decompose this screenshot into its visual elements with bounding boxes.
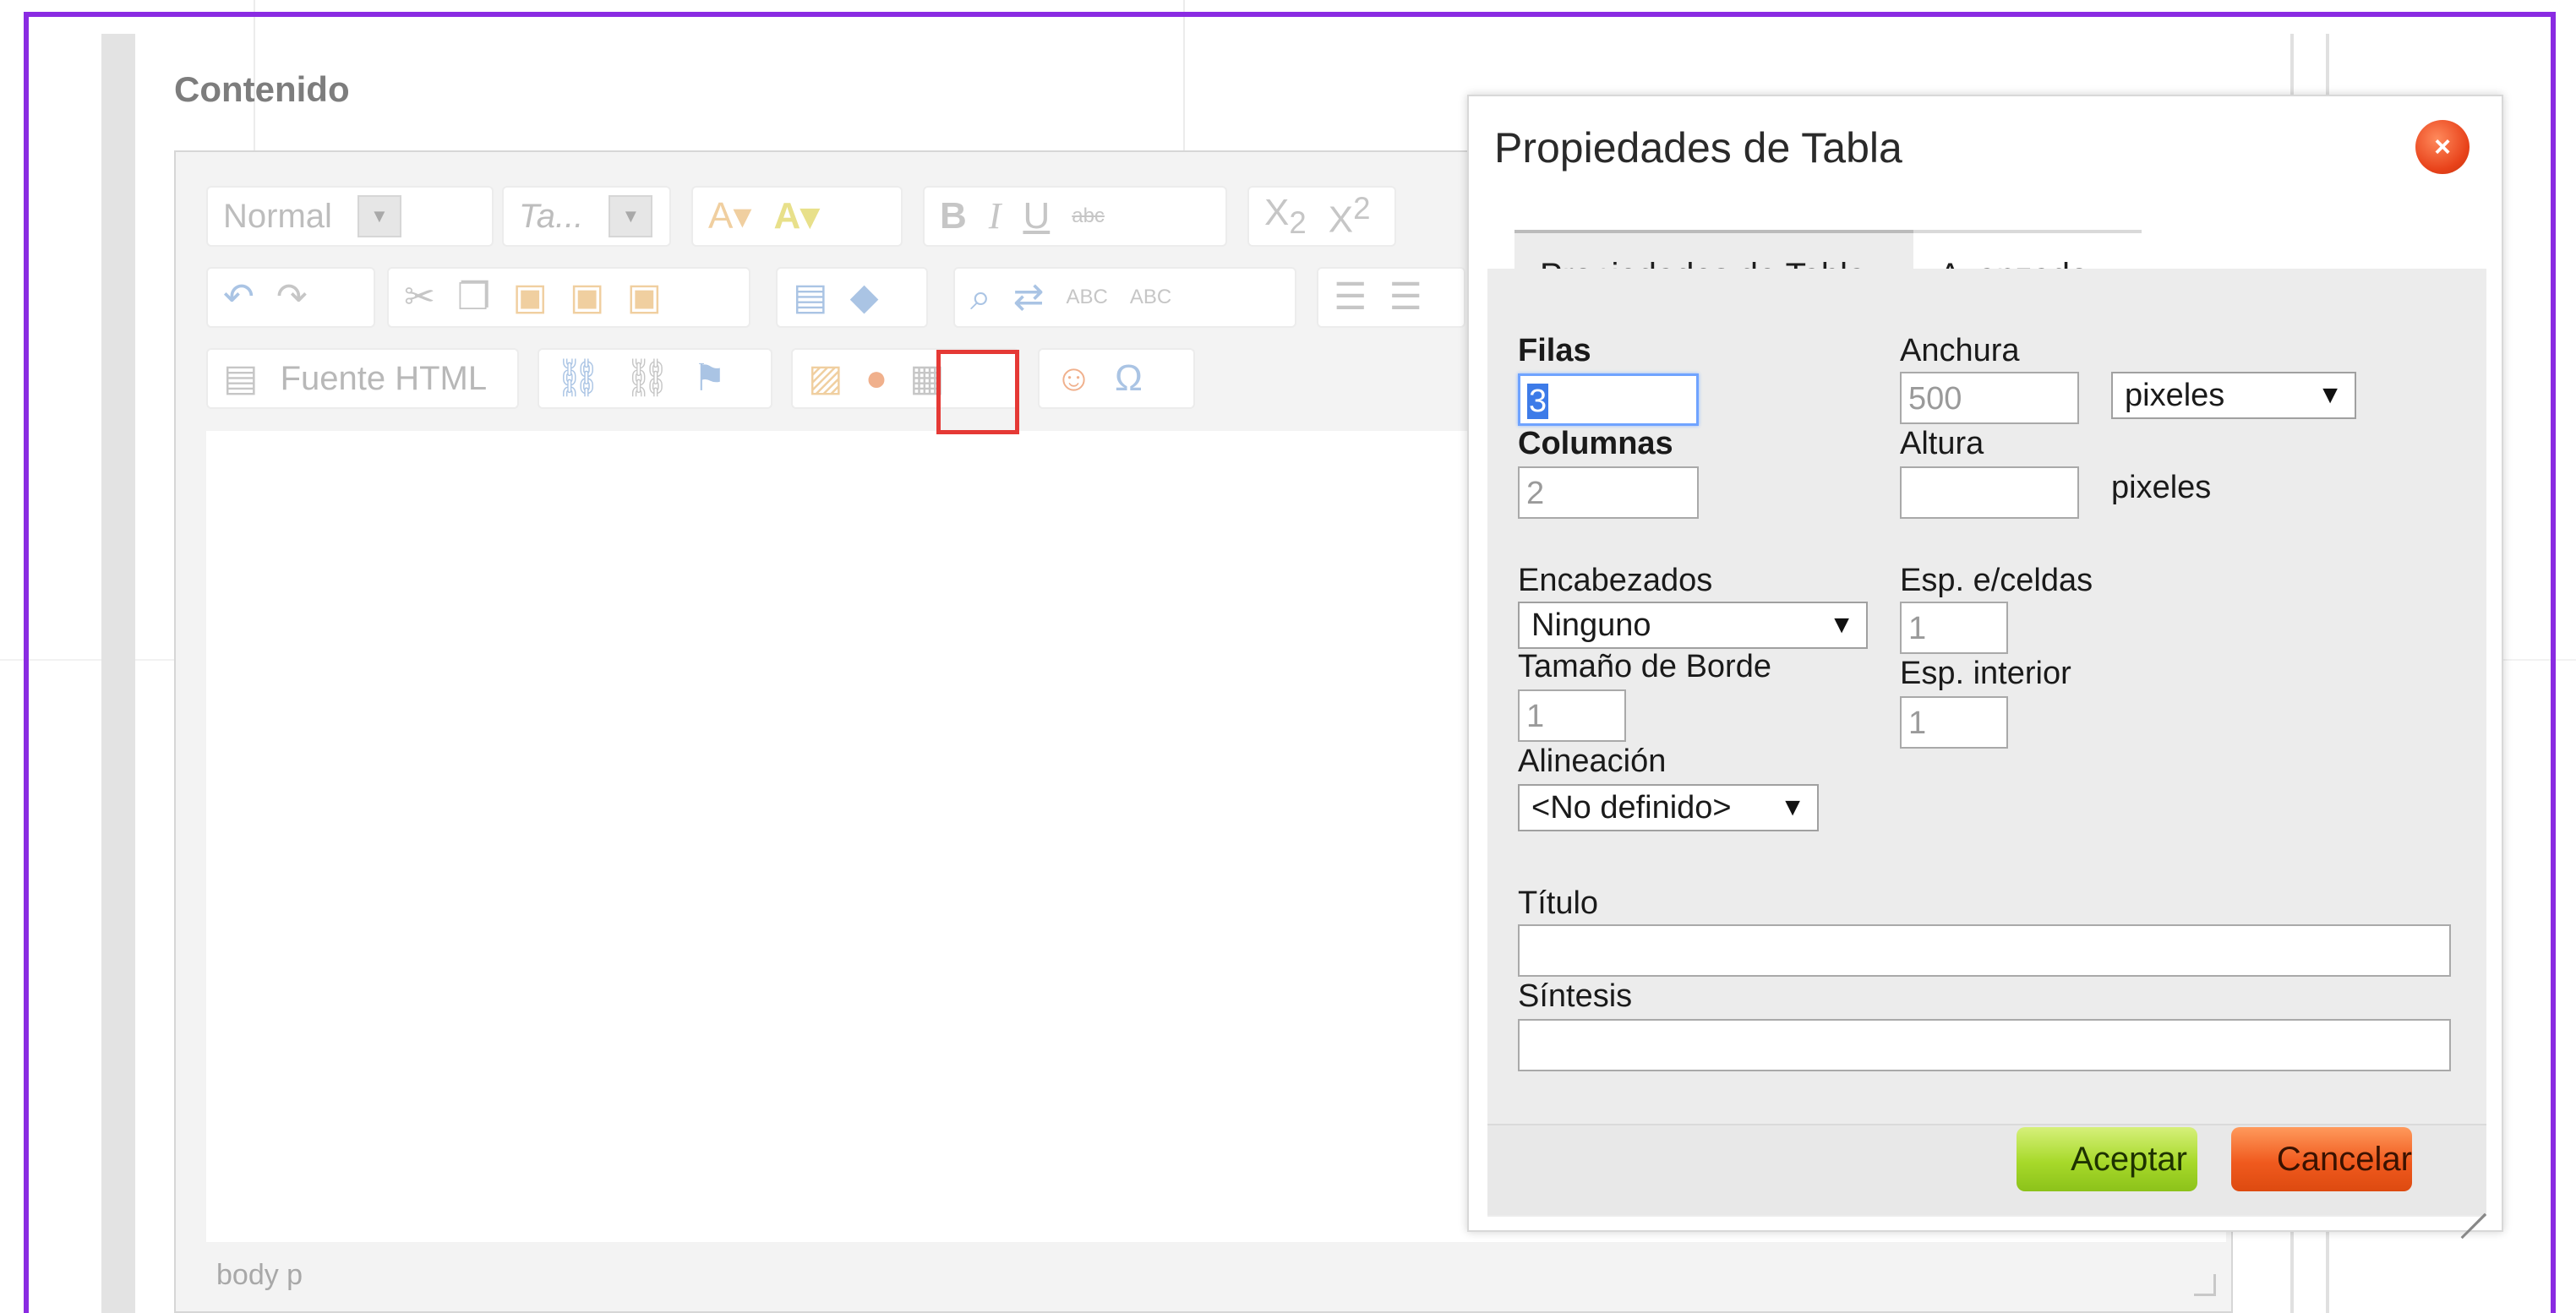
caption-label: Título	[1518, 885, 1599, 921]
replace-icon[interactable]: ⇄	[1013, 279, 1045, 316]
rows-value: 3	[1527, 384, 1549, 419]
undo-icon[interactable]: ↶	[223, 279, 254, 316]
paste-text-icon[interactable]: ▣	[570, 279, 605, 316]
headers-value: Ninguno	[1531, 607, 1651, 643]
color-buttons: A▾ A▾	[691, 186, 903, 247]
border-size-input[interactable]: 1	[1518, 689, 1626, 742]
basic-style-buttons: B I U abc	[923, 186, 1227, 247]
format-combo-value: Normal	[223, 197, 332, 235]
width-unit-value: pixeles	[2125, 378, 2225, 413]
bold-button[interactable]: B	[940, 198, 967, 235]
height-input[interactable]	[1900, 466, 2079, 519]
underline-button[interactable]: U	[1023, 198, 1050, 235]
bulleted-list-icon[interactable]: ☰	[1389, 279, 1422, 316]
strike-button[interactable]: abc	[1072, 206, 1105, 226]
template-icon[interactable]: ▤	[793, 279, 828, 316]
summary-input[interactable]	[1518, 1019, 2451, 1071]
eraser-icon[interactable]: ◆	[850, 279, 879, 316]
copy-icon[interactable]: ❐	[457, 279, 490, 316]
width-unit-select[interactable]: pixeles ▼	[2111, 372, 2356, 419]
extra-buttons: ☺ Ω	[1038, 348, 1195, 409]
cellpadding-label: Esp. interior	[1900, 656, 2071, 691]
width-input[interactable]: 500	[1900, 372, 2079, 424]
chevron-down-icon[interactable]: ▼	[357, 195, 401, 237]
close-icon[interactable]: ×	[2415, 120, 2470, 174]
editor-resize-handle[interactable]	[2194, 1274, 2216, 1296]
headers-label: Encabezados	[1518, 563, 1713, 598]
cellpadding-input[interactable]: 1	[1900, 696, 2008, 749]
cellspacing-label: Esp. e/celdas	[1900, 563, 2093, 598]
rows-input[interactable]: 3	[1518, 373, 1699, 426]
alignment-select[interactable]: <No definido> ▼	[1518, 784, 1819, 831]
subscript-mark: 2	[1289, 204, 1307, 240]
accept-button[interactable]: Aceptar	[2017, 1127, 2197, 1191]
spellcheck-menu-icon[interactable]: ABC	[1130, 287, 1171, 308]
cut-icon[interactable]: ✂	[404, 279, 435, 316]
paste-icon[interactable]: ▣	[512, 279, 548, 316]
left-gutter	[101, 34, 135, 1313]
chevron-down-icon[interactable]: ▼	[609, 195, 653, 237]
dialog-resize-handle[interactable]	[2448, 1176, 2486, 1239]
width-label: Anchura	[1900, 333, 2020, 368]
find-icon[interactable]: ⌕	[970, 279, 991, 316]
section-title: Contenido	[174, 69, 350, 109]
element-path: body p	[216, 1259, 303, 1291]
superscript-letter: X	[1328, 199, 1354, 241]
table-button-highlight	[936, 350, 1019, 434]
document-buttons: ▤ ◆	[776, 267, 928, 328]
link-icon[interactable]: ⛓	[554, 360, 602, 397]
italic-button[interactable]: I	[989, 198, 1001, 235]
columns-input[interactable]: 2	[1518, 466, 1699, 519]
spellcheck-icon[interactable]: ABC	[1067, 287, 1108, 308]
document-icon: ▤	[223, 357, 259, 399]
caption-input[interactable]	[1518, 924, 2451, 977]
height-label: Altura	[1900, 426, 1984, 461]
size-combo-value: Ta...	[519, 197, 584, 235]
size-combo[interactable]: Ta... ▼	[502, 186, 671, 247]
rows-label: Filas	[1518, 333, 1591, 368]
paste-word-icon[interactable]: ▣	[626, 279, 662, 316]
redo-icon[interactable]: ↷	[276, 279, 308, 316]
link-buttons: ⛓ ⛓ ⚑	[538, 348, 772, 409]
alignment-value: <No definido>	[1531, 790, 1732, 825]
cancel-button[interactable]: Cancelar	[2231, 1127, 2412, 1191]
superscript-mark: 2	[1353, 191, 1371, 226]
image-icon[interactable]: ▨	[808, 360, 843, 397]
clipboard-buttons: ✂ ❐ ▣ ▣ ▣	[387, 267, 750, 328]
columns-label: Columnas	[1518, 426, 1673, 461]
history-buttons: ↶ ↷	[206, 267, 375, 328]
headers-select[interactable]: Ninguno ▼	[1518, 602, 1868, 649]
cellspacing-input[interactable]: 1	[1900, 602, 2008, 654]
chevron-down-icon: ▼	[2317, 381, 2343, 409]
omega-icon[interactable]: Ω	[1115, 360, 1143, 397]
unlink-icon[interactable]: ⛓	[624, 360, 671, 397]
subscript-button[interactable]: X2	[1264, 191, 1307, 240]
text-color-icon[interactable]: A▾	[708, 198, 751, 235]
format-combo[interactable]: Normal ▼	[206, 186, 494, 247]
list-buttons: ☰ ☰	[1317, 267, 1465, 328]
border-size-label: Tamaño de Borde	[1518, 649, 1771, 684]
alignment-label: Alineación	[1518, 744, 1667, 779]
find-buttons: ⌕ ⇄ ABC ABC	[953, 267, 1296, 328]
numbered-list-icon[interactable]: ☰	[1334, 279, 1367, 316]
subscript-letter: X	[1264, 191, 1290, 233]
chevron-down-icon: ▼	[1829, 611, 1854, 639]
flash-icon[interactable]: ●	[865, 360, 888, 397]
source-button-label: Fuente HTML	[280, 359, 488, 397]
summary-label: Síntesis	[1518, 978, 1633, 1014]
source-button[interactable]: ▤ Fuente HTML	[206, 348, 519, 409]
background-color-icon[interactable]: A▾	[773, 198, 819, 235]
superscript-button[interactable]: X2	[1329, 193, 1371, 239]
height-unit-label: pixeles	[2111, 470, 2212, 505]
smiley-icon[interactable]: ☺	[1055, 360, 1093, 397]
script-buttons: X2 X2	[1247, 186, 1396, 247]
dialog-title: Propiedades de Tabla	[1494, 124, 1902, 172]
chevron-down-icon: ▼	[1780, 793, 1805, 821]
anchor-flag-icon[interactable]: ⚑	[693, 360, 726, 397]
